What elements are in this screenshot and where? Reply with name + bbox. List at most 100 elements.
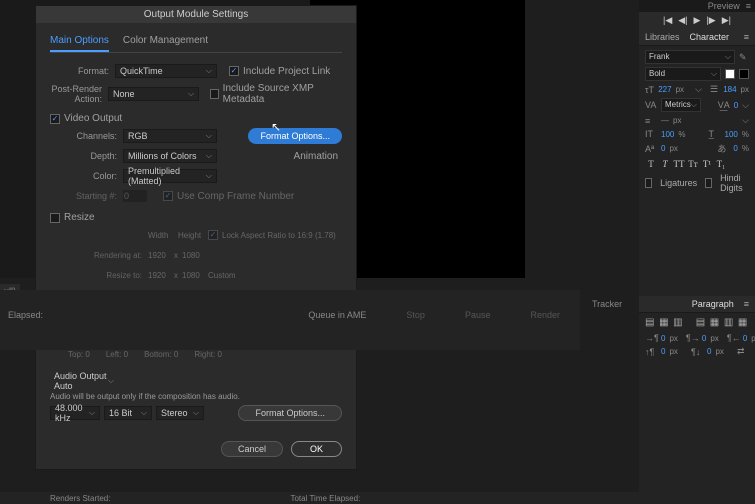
starting-label: Starting #:: [58, 191, 123, 201]
kerning-icon: VA: [645, 100, 657, 110]
tsume-input[interactable]: 0: [733, 144, 737, 153]
include-project-link-label: Include Project Link: [243, 66, 330, 77]
align-left-icon[interactable]: ▤: [645, 317, 656, 329]
align-right-icon[interactable]: ▥: [673, 317, 684, 329]
tsume-icon: あ: [717, 142, 729, 155]
audio-channel-dropdown[interactable]: Stereo: [156, 406, 204, 420]
leading-input[interactable]: 184: [723, 85, 736, 94]
post-render-dropdown[interactable]: None: [108, 87, 199, 101]
resize-checkbox[interactable]: [50, 213, 60, 223]
elapsed-label: Elapsed:: [8, 310, 43, 320]
audio-rate-dropdown[interactable]: 48.000 kHz: [50, 406, 100, 420]
audio-output-dropdown[interactable]: Audio Output Auto: [50, 374, 118, 388]
font-size-input[interactable]: 227: [658, 85, 671, 94]
justify-left-icon[interactable]: ▤: [696, 317, 707, 329]
include-xmp-label: Include Source XMP Metadata: [223, 83, 342, 105]
vscale-input[interactable]: 100: [661, 130, 674, 139]
height-header: Height: [178, 231, 208, 240]
format-label: Format:: [50, 66, 115, 76]
leading-icon: ☰: [710, 84, 719, 95]
stroke-dropdown-icon[interactable]: ⌵: [742, 115, 749, 126]
audio-bit-dropdown[interactable]: 16 Bit: [104, 406, 152, 420]
format-dropdown[interactable]: QuickTime: [115, 64, 217, 78]
resize-preset: Custom: [208, 271, 236, 280]
align-center-icon[interactable]: ▦: [659, 317, 670, 329]
ok-button[interactable]: OK: [291, 441, 342, 457]
panel-menu-icon[interactable]: ≡: [744, 299, 749, 309]
prev-frame-icon[interactable]: ◀|: [678, 15, 687, 26]
baseline-input[interactable]: 0: [661, 144, 665, 153]
resize-to-height: 1080: [182, 271, 208, 280]
space-after-input[interactable]: 0: [707, 347, 711, 356]
channels-dropdown[interactable]: RGB: [123, 129, 217, 143]
rendering-height: 1080: [182, 251, 200, 260]
hindi-digits-checkbox[interactable]: [705, 178, 712, 188]
direction-icon[interactable]: ⇄: [737, 346, 749, 357]
last-frame-icon[interactable]: ▶|: [722, 15, 731, 26]
depth-dropdown[interactable]: Millions of Colors: [123, 149, 217, 163]
queue-ame-button[interactable]: Queue in AME: [308, 310, 366, 320]
include-xmp-checkbox[interactable]: [210, 89, 219, 99]
render-button[interactable]: Render: [530, 310, 560, 320]
kerning-dropdown[interactable]: Metrics: [661, 98, 701, 112]
font-weight-dropdown[interactable]: Bold: [645, 67, 721, 81]
audio-format-options-button[interactable]: Format Options...: [238, 405, 342, 421]
tab-main-options[interactable]: Main Options: [50, 31, 109, 52]
space-before-icon: ↑¶: [645, 347, 657, 357]
fill-color-swatch[interactable]: [725, 69, 735, 79]
faux-bold-button[interactable]: T: [645, 158, 657, 170]
indent-right-input[interactable]: 0: [743, 334, 747, 343]
small-caps-button[interactable]: Tᴛ: [687, 158, 699, 170]
lock-aspect-checkbox: [208, 230, 218, 240]
justify-center-icon[interactable]: ▦: [710, 317, 721, 329]
color-dropdown[interactable]: Premultiplied (Matted): [123, 169, 217, 183]
total-time-label: Total Time Elapsed:: [290, 494, 360, 503]
eyedropper-icon[interactable]: ✎: [739, 52, 749, 62]
superscript-button[interactable]: T¹: [701, 158, 713, 170]
justify-right-icon[interactable]: ▥: [724, 317, 735, 329]
indent-first-input[interactable]: 0: [702, 334, 706, 343]
tab-color-management[interactable]: Color Management: [123, 31, 208, 52]
include-project-link-checkbox[interactable]: [229, 66, 239, 76]
stroke-color-swatch[interactable]: [739, 69, 749, 79]
tab-character[interactable]: Character: [690, 32, 730, 42]
panel-menu-icon[interactable]: ≡: [744, 32, 749, 42]
all-caps-button[interactable]: TT: [673, 158, 685, 170]
audio-note: Audio will be output only if the composi…: [50, 392, 342, 401]
size-dropdown-icon[interactable]: ⌵: [695, 84, 702, 95]
video-output-label: Video Output: [64, 113, 122, 124]
post-render-label: Post-Render Action:: [50, 84, 108, 104]
space-before-input[interactable]: 0: [661, 347, 665, 356]
justify-all-icon[interactable]: ▦: [738, 317, 749, 329]
hscale-icon: T̲: [709, 129, 721, 139]
tracking-dropdown-icon[interactable]: ⌵: [742, 100, 749, 111]
renders-started-label: Renders Started:: [50, 494, 110, 503]
video-output-checkbox[interactable]: [50, 114, 60, 124]
format-options-button[interactable]: Format Options...: [248, 128, 342, 144]
cancel-button[interactable]: Cancel: [221, 441, 283, 457]
pause-button[interactable]: Pause: [465, 310, 491, 320]
next-frame-icon[interactable]: |▶: [706, 15, 715, 26]
tab-paragraph[interactable]: Paragraph: [692, 299, 734, 309]
tracking-input[interactable]: 0: [734, 101, 738, 110]
vscale-icon: IT: [645, 129, 657, 139]
color-label: Color:: [58, 171, 123, 181]
font-family-dropdown[interactable]: Frank: [645, 50, 735, 64]
indent-left-input[interactable]: 0: [661, 334, 665, 343]
panel-menu-icon[interactable]: ≡: [746, 1, 751, 11]
ligatures-checkbox[interactable]: [645, 178, 652, 188]
resize-to-width: 1920: [148, 271, 174, 280]
resize-label: Resize: [64, 212, 95, 223]
faux-italic-button[interactable]: T: [659, 158, 671, 170]
hscale-input[interactable]: 100: [725, 130, 738, 139]
indent-first-icon: ¶→: [686, 333, 698, 343]
tab-libraries[interactable]: Libraries: [645, 32, 680, 42]
tab-tracker[interactable]: Tracker: [586, 296, 628, 312]
stop-button[interactable]: Stop: [406, 310, 425, 320]
indent-left-icon: →¶: [645, 333, 657, 343]
play-icon[interactable]: ▶: [694, 15, 701, 26]
rendering-width: 1920: [148, 251, 174, 260]
first-frame-icon[interactable]: |◀: [663, 15, 672, 26]
font-size-icon: τT: [645, 85, 654, 95]
subscript-button[interactable]: T₁: [715, 158, 727, 170]
